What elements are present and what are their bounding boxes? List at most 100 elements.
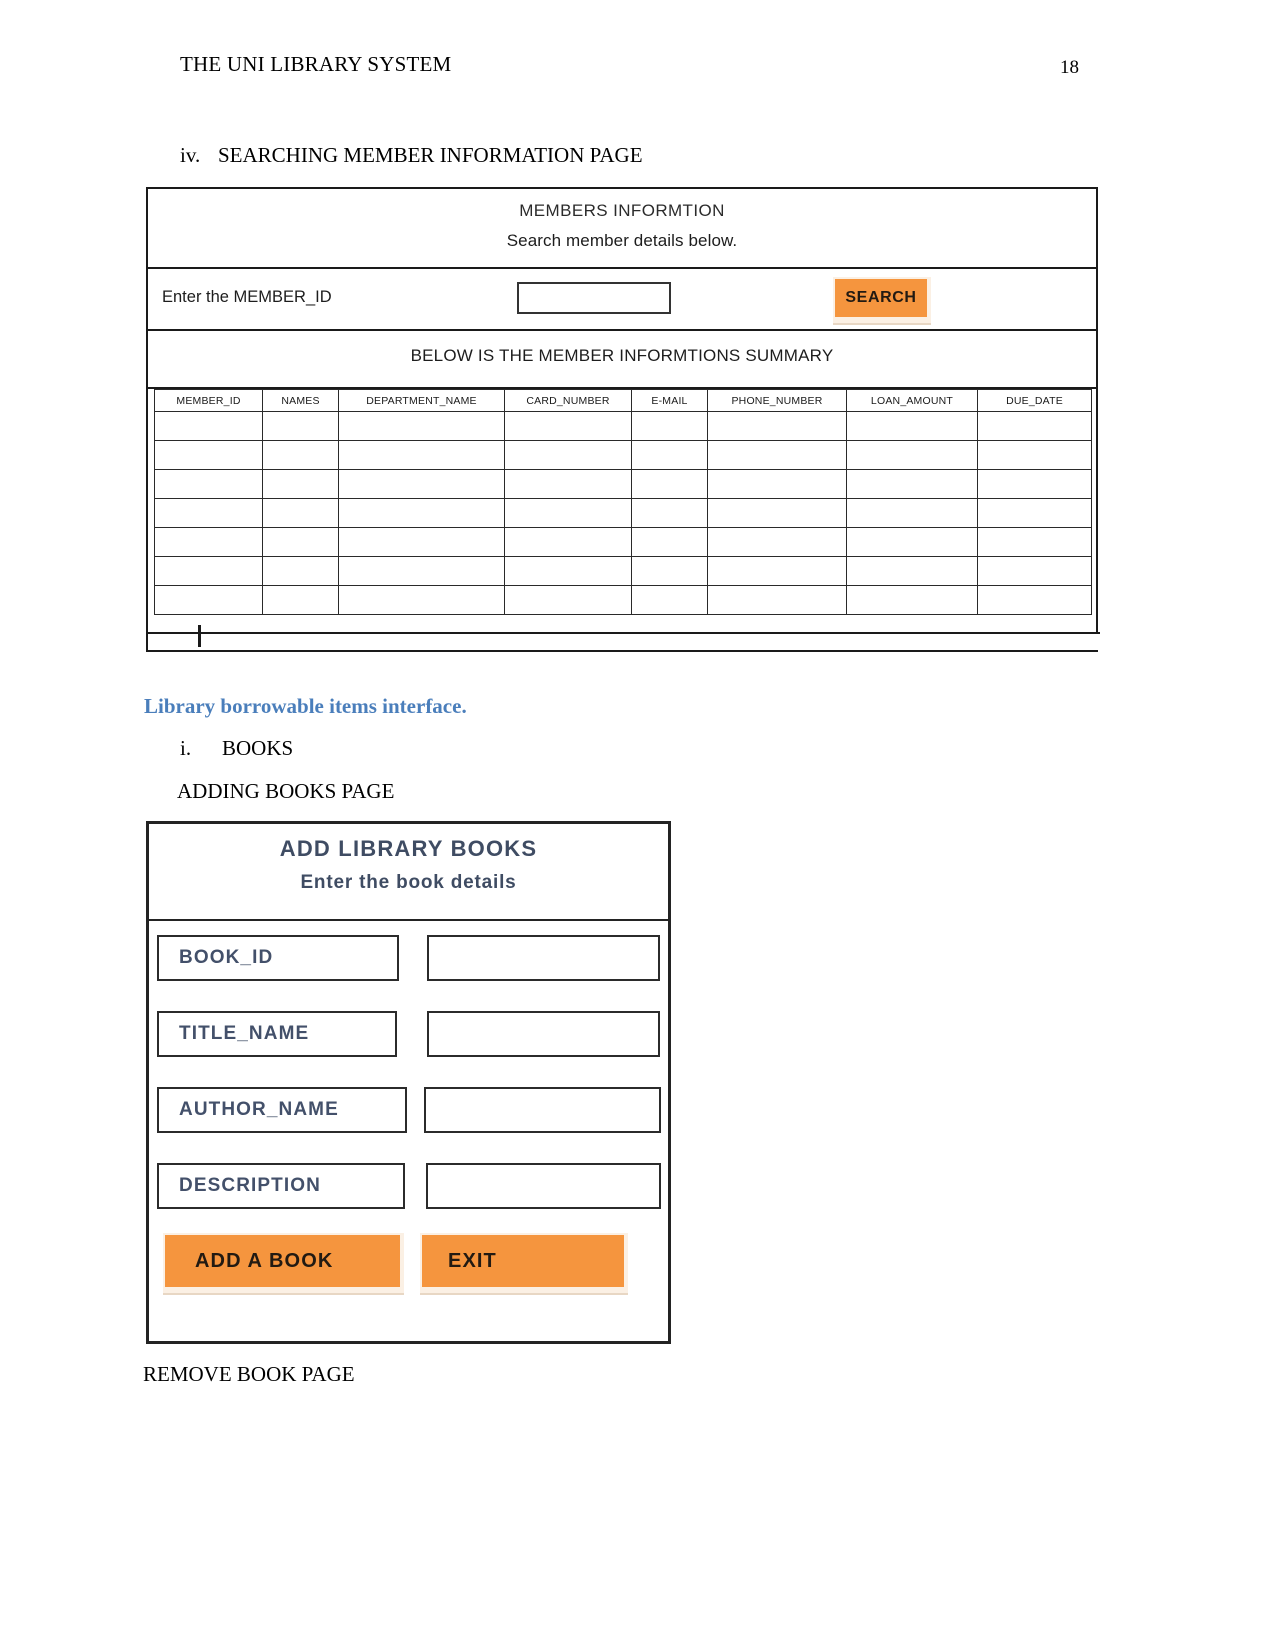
table-row[interactable] [154, 498, 1092, 528]
column-header-email: E-MAIL [631, 389, 708, 412]
book-id-label-box: BOOK_ID [157, 935, 399, 981]
table-cell [846, 411, 978, 441]
table-row[interactable] [154, 527, 1092, 557]
table-cell [846, 527, 978, 557]
borrowable-items-heading: Library borrowable items interface. [144, 694, 467, 718]
description-label-box: DESCRIPTION [157, 1163, 405, 1209]
table-cell [707, 556, 847, 586]
table-cell [504, 411, 632, 441]
table-row[interactable] [154, 411, 1092, 441]
table-cell [977, 469, 1092, 499]
add-books-title: ADD LIBRARY BOOKS [279, 836, 538, 861]
section-heading-books: i. BOOKS [180, 736, 293, 761]
table-cell [846, 585, 978, 615]
add-a-book-button[interactable]: ADD A BOOK [165, 1235, 400, 1287]
table-cell [846, 556, 978, 586]
author-name-input[interactable] [424, 1087, 661, 1133]
table-header-row: MEMBER_ID NAMES DEPARTMENT_NAME CARD_NUM… [154, 389, 1092, 412]
table-cell [977, 411, 1092, 441]
table-cell [338, 469, 505, 499]
table-cell [504, 440, 632, 470]
members-summary-title: BELOW IS THE MEMBER INFORMTIONS SUMMARY [410, 346, 834, 365]
section-title: SEARCHING MEMBER INFORMATION PAGE [218, 143, 643, 167]
table-cell [338, 498, 505, 528]
members-mockup-title: MEMBERS INFORMTION [519, 201, 725, 220]
form-row-title-name: TITLE_NAME [149, 1011, 674, 1057]
table-cell [707, 411, 847, 441]
table-cell [154, 498, 263, 528]
document-title: THE UNI LIBRARY SYSTEM [180, 52, 452, 76]
column-header-card-number: CARD_NUMBER [504, 389, 632, 412]
table-cell [977, 440, 1092, 470]
table-body [154, 411, 1092, 615]
table-cell [338, 527, 505, 557]
title-name-label-box: TITLE_NAME [157, 1011, 397, 1057]
table-cell [262, 469, 339, 499]
table-cell [846, 469, 978, 499]
members-title-band: MEMBERS INFORMTION Search member details… [148, 189, 1096, 269]
table-cell [707, 469, 847, 499]
column-header-loan-amount: LOAN_AMOUNT [846, 389, 978, 412]
page-header: THE UNI LIBRARY SYSTEM 18 [0, 52, 1275, 92]
table-cell [262, 527, 339, 557]
table-cell [707, 585, 847, 615]
table-cell [154, 411, 263, 441]
table-cell [631, 440, 708, 470]
members-search-band: Enter the MEMBER_ID SEARCH [148, 269, 1096, 331]
member-id-label: Enter the MEMBER_ID [162, 288, 332, 306]
table-cell [504, 556, 632, 586]
remove-book-caption: REMOVE BOOK PAGE [143, 1362, 355, 1386]
table-cell [977, 498, 1092, 528]
table-cell [154, 469, 263, 499]
add-books-button-row: ADD A BOOK EXIT [149, 1233, 674, 1303]
author-name-label: AUTHOR_NAME [179, 1099, 339, 1120]
resize-handle-tick-icon [198, 625, 201, 647]
table-cell [154, 556, 263, 586]
table-cell [338, 585, 505, 615]
table-cell [631, 498, 708, 528]
column-header-due-date: DUE_DATE [977, 389, 1092, 412]
exit-button-frame: EXIT [420, 1233, 628, 1293]
members-mockup-footer-strip [148, 625, 1100, 650]
form-row-author-name: AUTHOR_NAME [149, 1087, 674, 1133]
section-numeral: i. [180, 736, 192, 760]
form-row-description: DESCRIPTION [149, 1163, 674, 1209]
adding-books-caption: ADDING BOOKS PAGE [177, 779, 395, 803]
search-button[interactable]: SEARCH [835, 279, 927, 317]
table-cell [262, 440, 339, 470]
table-cell [262, 585, 339, 615]
members-mockup-subtitle: Search member details below. [506, 231, 738, 250]
table-cell [262, 411, 339, 441]
exit-button[interactable]: EXIT [422, 1235, 624, 1287]
table-row[interactable] [154, 585, 1092, 615]
add-books-subtitle: Enter the book details [300, 872, 517, 893]
table-cell [338, 440, 505, 470]
members-information-mockup: MEMBERS INFORMTION Search member details… [146, 187, 1100, 652]
book-id-input[interactable] [427, 935, 660, 981]
table-cell [262, 498, 339, 528]
column-header-names: NAMES [262, 389, 339, 412]
table-cell [631, 411, 708, 441]
table-cell [504, 585, 632, 615]
table-cell [707, 498, 847, 528]
table-cell [154, 527, 263, 557]
table-cell [504, 498, 632, 528]
table-cell [154, 585, 263, 615]
table-cell [631, 556, 708, 586]
table-cell [977, 556, 1092, 586]
members-table-wrapper: MEMBER_ID NAMES DEPARTMENT_NAME CARD_NUM… [148, 389, 1096, 615]
table-cell [977, 527, 1092, 557]
column-header-phone-number: PHONE_NUMBER [707, 389, 847, 412]
table-cell [631, 527, 708, 557]
description-input[interactable] [426, 1163, 661, 1209]
title-name-input[interactable] [427, 1011, 660, 1057]
members-summary-band: BELOW IS THE MEMBER INFORMTIONS SUMMARY [148, 331, 1096, 389]
member-id-input[interactable] [517, 282, 671, 314]
table-row[interactable] [154, 440, 1092, 470]
members-summary-table: MEMBER_ID NAMES DEPARTMENT_NAME CARD_NUM… [154, 389, 1092, 615]
title-name-label: TITLE_NAME [179, 1023, 310, 1044]
table-row[interactable] [154, 556, 1092, 586]
table-row[interactable] [154, 469, 1092, 499]
page-number: 18 [1060, 57, 1079, 78]
table-cell [707, 527, 847, 557]
